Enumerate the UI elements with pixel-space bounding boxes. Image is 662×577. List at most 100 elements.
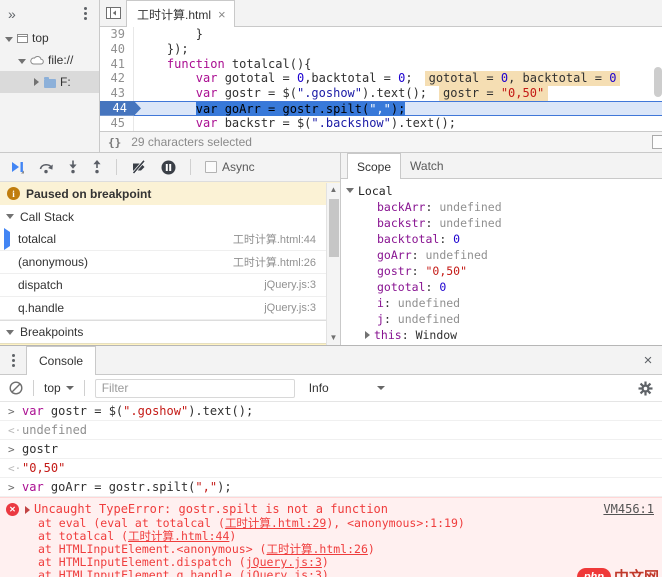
scope-var-row[interactable]: backstr: undefined (341, 215, 662, 231)
log-level-chevron-icon[interactable] (376, 386, 385, 390)
call-stack-header[interactable]: Call Stack (0, 205, 340, 228)
tab-scope[interactable]: Scope (347, 153, 402, 179)
scroll-up-icon[interactable]: ▲ (330, 183, 338, 197)
collapse-icon (6, 329, 14, 335)
call-stack-row[interactable]: (anonymous) 工时计算.html:26 (0, 251, 340, 274)
console-log[interactable]: > var gostr = $(".goshow").text(); <· un… (0, 402, 662, 577)
async-checkbox[interactable] (205, 161, 217, 173)
call-stack-row[interactable]: dispatch jQuery.js:3 (0, 274, 340, 297)
line-number[interactable]: 40 (100, 41, 134, 57)
deactivate-breakpoints-icon[interactable] (131, 160, 147, 174)
code-text: var gototal = 0,backtotal = 0; (195, 71, 413, 86)
step-over-icon[interactable] (39, 161, 54, 174)
log-level-label[interactable]: Info (309, 381, 329, 395)
console-command[interactable]: > var goArr = gostr.spilt(","); (0, 478, 662, 497)
info-icon: i (7, 187, 20, 200)
more-tabs-icon[interactable]: » (8, 6, 16, 22)
async-toggle[interactable]: Async (205, 160, 255, 174)
selected-code: var goArr = gostr.spilt(","); (195, 101, 406, 116)
frame-function: (anonymous) (18, 255, 89, 269)
frame-location[interactable]: jQuery.js:3 (264, 302, 316, 314)
scroll-down-icon[interactable]: ▼ (330, 331, 338, 345)
inline-value-annotation: gostr = "0,50" (439, 86, 549, 101)
scrollbar-thumb[interactable] (328, 199, 339, 257)
tab-watch[interactable]: Watch (401, 153, 453, 178)
pretty-print-icon[interactable]: {} (108, 136, 121, 149)
resume-script-icon[interactable] (10, 160, 25, 174)
call-stack-row[interactable]: totalcal 工时计算.html:44 (0, 228, 340, 251)
tree-item-drive-f[interactable]: F: (0, 71, 99, 93)
pause-on-exceptions-icon[interactable] (161, 160, 176, 175)
stack-frame[interactable]: at HTMLInputElement.q.handle (jQuery.js:… (6, 569, 654, 577)
editor-tab-active[interactable]: 工时计算.html × (126, 0, 235, 27)
command-text: var gostr = $(".goshow").text(); (22, 403, 254, 418)
error-source-link[interactable]: VM456:1 (603, 502, 654, 517)
line-number[interactable]: 43 (100, 86, 134, 101)
scope-var-value: undefined (425, 248, 488, 262)
scope-var-row[interactable]: goArr: undefined (341, 247, 662, 263)
scope-var-row[interactable]: j: undefined (341, 311, 662, 327)
editor-scrollbar[interactable] (654, 67, 662, 97)
devtools-window: » top file:// F: 工时计算.html × 39} 40});… (0, 0, 662, 577)
expand-error-icon[interactable] (25, 506, 30, 514)
code-viewport[interactable]: 39 } 40 }); 41 function totalcal(){ 42 v… (100, 27, 662, 131)
scope-tabbar: Scope Watch (341, 153, 662, 179)
tab-close-icon[interactable]: × (218, 8, 226, 21)
frame-location[interactable]: 工时计算.html:26 (233, 254, 316, 270)
toolbar-separator (116, 159, 117, 175)
line-number[interactable]: 42 (100, 71, 134, 87)
scope-var-row[interactable]: gototal: 0 (341, 279, 662, 295)
scope-var-row[interactable]: backArr: undefined (341, 199, 662, 215)
execution-line-marker[interactable]: 44 (100, 101, 141, 116)
console-command[interactable]: > var gostr = $(".goshow").text(); (0, 402, 662, 421)
php-logo: php (576, 567, 611, 577)
context-selector[interactable]: top (44, 381, 74, 395)
console-result[interactable]: <· "0,50" (0, 459, 662, 478)
call-stack-row[interactable]: q.handle jQuery.js:3 (0, 297, 340, 320)
code-line: 42 var gototal = 0,backtotal = 0; gotota… (100, 71, 662, 87)
scope-local-label: Local (358, 183, 393, 198)
frame-location[interactable]: 工时计算.html:44 (233, 231, 316, 247)
scope-var-row[interactable]: backtotal: 0 (341, 231, 662, 247)
expander-icon[interactable] (31, 75, 41, 89)
step-out-icon[interactable] (92, 160, 102, 174)
tree-label: F: (60, 75, 71, 89)
line-number[interactable]: 41 (100, 56, 134, 72)
console-command[interactable]: > gostr (0, 440, 662, 459)
clear-console-icon[interactable] (9, 381, 23, 395)
navigator-menu-icon[interactable] (84, 12, 87, 15)
code-text: function totalcal(){ (166, 56, 312, 71)
frame-function: dispatch (18, 278, 63, 292)
tree-label: file:// (48, 53, 74, 67)
step-into-icon[interactable] (68, 160, 78, 174)
frame-location[interactable]: jQuery.js:3 (264, 279, 316, 291)
expander-icon[interactable] (365, 331, 370, 339)
tree-item-top[interactable]: top (0, 27, 99, 49)
scope-var-value: 0 (439, 280, 447, 294)
expander-icon[interactable] (4, 31, 14, 45)
scope-var-value: undefined (397, 296, 461, 310)
console-error[interactable]: ✕ Uncaught TypeError: gostr.spilt is not… (0, 497, 662, 577)
filter-input[interactable] (94, 378, 295, 398)
console-result[interactable]: <· undefined (0, 421, 662, 440)
scope-var-row[interactable]: gostr: "0,50" (341, 263, 662, 279)
expander-icon[interactable] (17, 53, 27, 67)
sources-panel: » top file:// F: 工时计算.html × 39} 40});… (0, 0, 662, 152)
tab-console[interactable]: Console (26, 346, 97, 375)
scope-local-section[interactable]: Local (341, 182, 662, 199)
line-number[interactable]: 45 (100, 115, 134, 131)
statusbar-corner-icon[interactable] (652, 135, 662, 149)
toggle-navigator-icon[interactable] (100, 0, 126, 26)
console-tabbar: Console × (0, 346, 662, 375)
sidebar-scrollbar[interactable]: ▲ ▼ (326, 183, 340, 345)
breakpoints-header[interactable]: Breakpoints (0, 320, 340, 343)
line-number[interactable]: 39 (100, 27, 134, 42)
settings-gear-icon[interactable] (638, 381, 653, 396)
close-drawer-icon[interactable]: × (634, 346, 662, 374)
code-line: 43 var gostr = $(".goshow").text(); gost… (100, 86, 662, 101)
console-menu-icon[interactable] (0, 346, 26, 374)
tree-item-file-protocol[interactable]: file:// (0, 49, 99, 71)
scope-var-row[interactable]: i: undefined (341, 295, 662, 311)
scope-var-row-this[interactable]: this: Window (341, 327, 662, 343)
breakpoint-entry-partial[interactable] (0, 343, 340, 345)
